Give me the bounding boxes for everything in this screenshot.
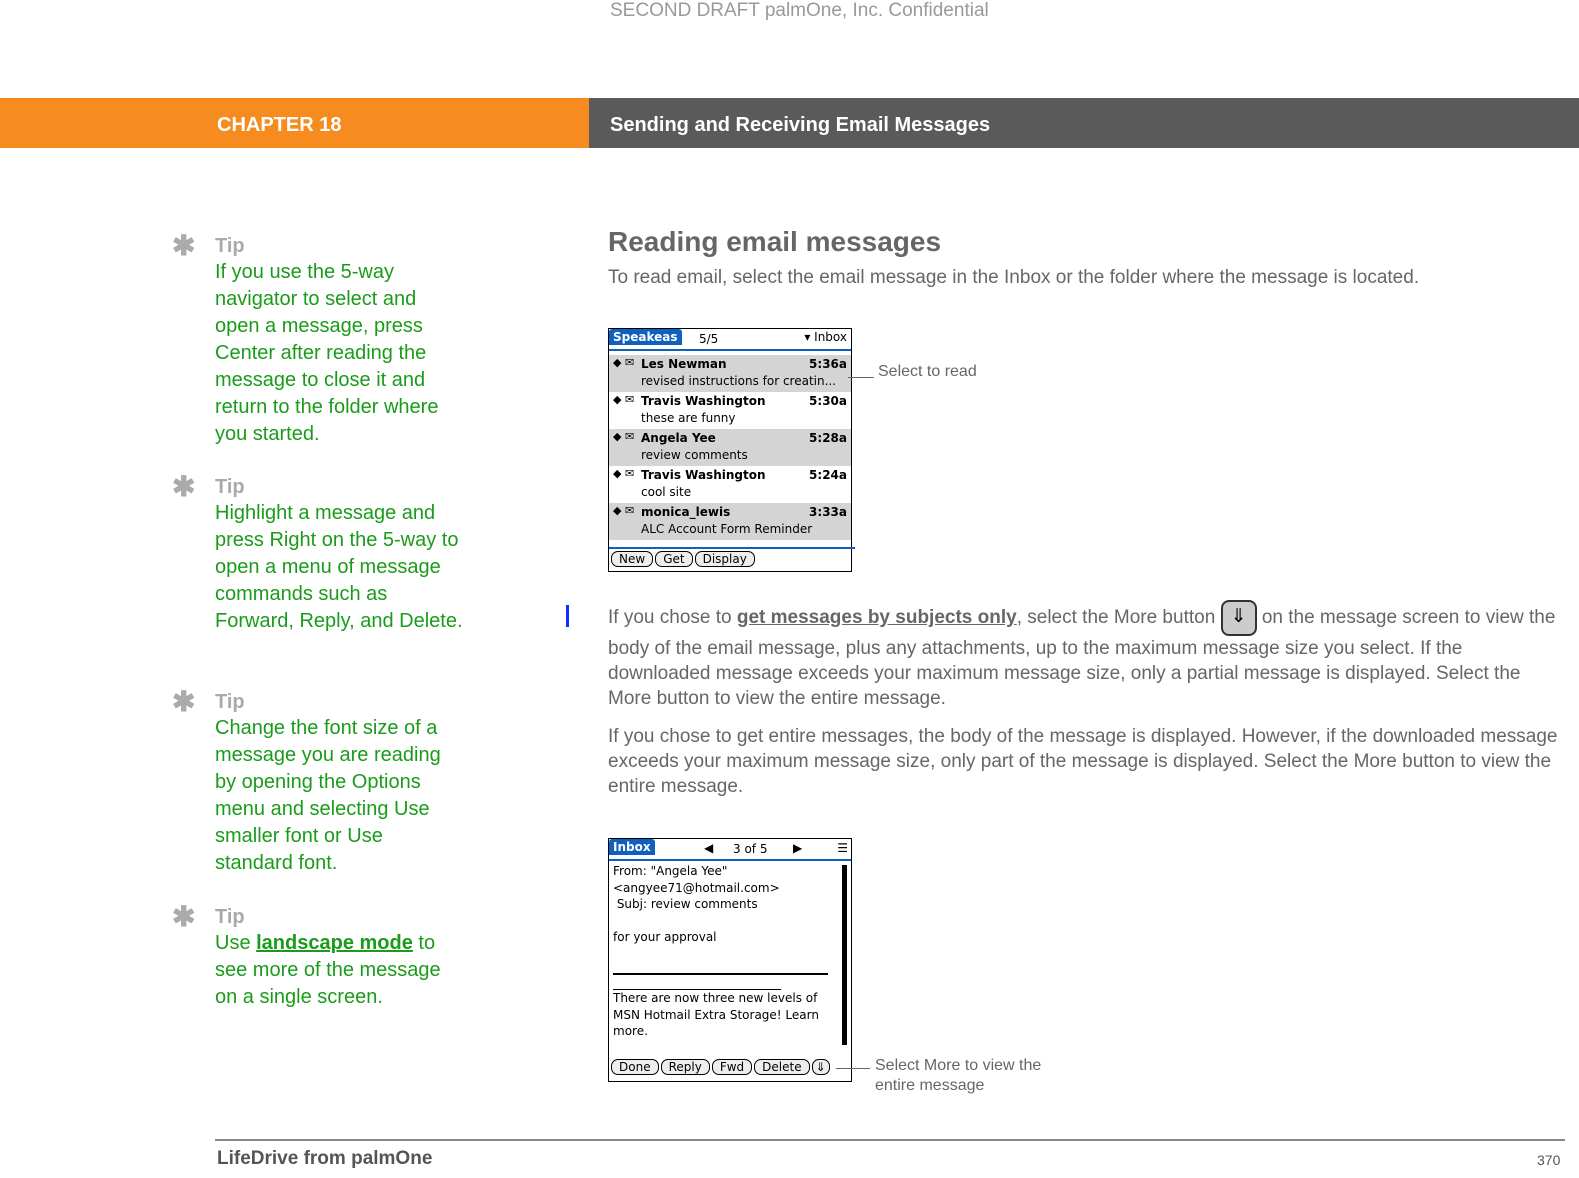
tip: ✱ Tip Use landscape mode to see more of th… — [172, 901, 472, 1011]
more-button-icon: ⇓ — [811, 1059, 830, 1075]
tip: ✱ Tip Highlight a message and press Right … — [172, 471, 472, 635]
footer-book-title: LifeDrive from palmOne — [217, 1148, 433, 1169]
from-address: <angyee71@hotmail.com> — [613, 880, 780, 895]
time: 5:36a — [809, 357, 847, 371]
get-button: Get — [655, 551, 693, 567]
watermark: SECOND DRAFT palmOne, Inc. Confidential — [610, 0, 989, 21]
more-button-icon: ⇓ — [1220, 600, 1257, 636]
body-footer: There are now three new levels of MSN Ho… — [613, 991, 819, 1038]
tip-label: Tip — [215, 235, 245, 257]
new-button: New — [611, 551, 654, 567]
time: 5:30a — [809, 394, 847, 408]
callout-line — [836, 1068, 870, 1069]
message-row: ◆ ✉ Travis Washington 5:30a these are funny — [609, 392, 851, 429]
subject: revised instructions for creatin... — [641, 374, 837, 388]
text: If you chose to — [608, 607, 737, 629]
callout-line — [848, 377, 874, 378]
from-line: From: "Angela Yee" — [613, 864, 728, 878]
section-heading: Reading email messages — [608, 226, 942, 257]
envelope-icon: ◆ ✉ — [613, 430, 635, 443]
tip: ✱ Tip If you use the 5-way navigator to se… — [172, 230, 472, 448]
landscape-mode-link[interactable]: landscape mode — [256, 932, 413, 954]
tip: ✱ Tip Change the font size of a message yo… — [172, 686, 472, 877]
sender: Angela Yee — [641, 431, 716, 445]
reply-button: Reply — [660, 1059, 710, 1075]
intro-text: To read email, select the email message … — [608, 267, 1420, 288]
callout-select-to-read: Select to read — [878, 363, 977, 380]
subject-line: Subj: review comments — [613, 897, 758, 911]
fwd-button: Fwd — [711, 1059, 753, 1075]
asterisk-icon: ✱ — [172, 901, 196, 932]
subject: cool site — [641, 485, 692, 499]
inbox-screenshot: Speakeas 5/5 ▾ Inbox ◆ ✉ Les Newman 5:36a r… — [608, 328, 855, 572]
delete-button: Delete — [754, 1059, 810, 1075]
time: 5:24a — [809, 468, 847, 482]
tip-text: If you use the 5-way navigator to select… — [215, 261, 439, 445]
next-arrow-icon: ▶ — [793, 841, 803, 855]
subject: ALC Account Form Reminder — [641, 522, 813, 536]
message-row: ◆ ✉ monica_lewis 3:33a ALC Account Form Rem… — [609, 503, 851, 540]
folder-name: Inbox — [814, 330, 847, 344]
folder-picker: ▾ Inbox — [804, 330, 847, 344]
get-messages-link[interactable]: get messages by subjects only — [737, 607, 1017, 628]
envelope-icon: ◆ ✉ — [613, 393, 635, 406]
tip-label: Tip — [215, 906, 245, 928]
callout-select-more: Select More to view the entire message — [875, 1057, 1042, 1094]
message-row: ◆ ✉ Angela Yee 5:28a review comments — [609, 429, 851, 466]
tip-label: Tip — [215, 476, 245, 498]
details-icon: ☰ — [837, 841, 848, 855]
time: 5:28a — [809, 431, 847, 445]
text: Use — [215, 932, 257, 954]
folder-tab: Inbox — [609, 839, 655, 855]
message-body: From: "Angela Yee" <angyee71@hotmail.com… — [609, 861, 832, 1042]
message-position: 3 of 5 — [733, 842, 768, 856]
body-text: for your approval — [613, 929, 717, 944]
display-button: Display — [694, 551, 755, 567]
paragraph-more: If you chose to get messages by subjects… — [608, 600, 1568, 711]
message-screenshot: Inbox ◀ 3 of 5 ▶ ☰ From: "Angela Yee" <a… — [608, 838, 852, 1082]
message-count: 5/5 — [699, 332, 719, 346]
time: 3:33a — [809, 505, 847, 519]
tip-text: Highlight a message and press Right on t… — [215, 502, 463, 632]
chapter-title: Sending and Receiving Email Messages — [610, 114, 991, 136]
sender: monica_lewis — [641, 505, 731, 519]
tip-text: Use landscape mode to see more of the me… — [215, 930, 465, 1011]
envelope-icon: ◆ ✉ — [613, 467, 635, 480]
paragraph-entire: If you chose to get entire messages, the… — [608, 726, 1558, 797]
message-row: ◆ ✉ Les Newman 5:36a revised instructions f… — [609, 355, 851, 392]
tip-label: Tip — [215, 691, 245, 713]
sender: Travis Washington — [641, 468, 766, 482]
prev-arrow-icon: ◀ — [704, 841, 714, 855]
asterisk-icon: ✱ — [172, 230, 196, 261]
asterisk-icon: ✱ — [172, 471, 196, 502]
change-bar — [566, 605, 569, 627]
subject: review comments — [641, 448, 748, 462]
asterisk-icon: ✱ — [172, 686, 196, 717]
subject: these are funny — [641, 411, 736, 425]
text: , select the More button — [1016, 607, 1216, 629]
footer-rule — [215, 1139, 1565, 1141]
folder-tab: Speakeas — [609, 329, 682, 345]
message-row: ◆ ✉ Travis Washington 5:24a cool site — [609, 466, 851, 503]
tip-text: Change the font size of a message you ar… — [215, 717, 441, 874]
envelope-icon: ◆ ✉ — [613, 504, 635, 517]
envelope-icon: ◆ ✉ — [613, 356, 635, 369]
sender: Les Newman — [641, 357, 727, 371]
sender: Travis Washington — [641, 394, 766, 408]
scrollbar — [842, 865, 847, 1045]
chapter-label: CHAPTER 18 — [217, 114, 342, 136]
page-number: 370 — [1537, 1152, 1561, 1168]
done-button: Done — [611, 1059, 659, 1075]
